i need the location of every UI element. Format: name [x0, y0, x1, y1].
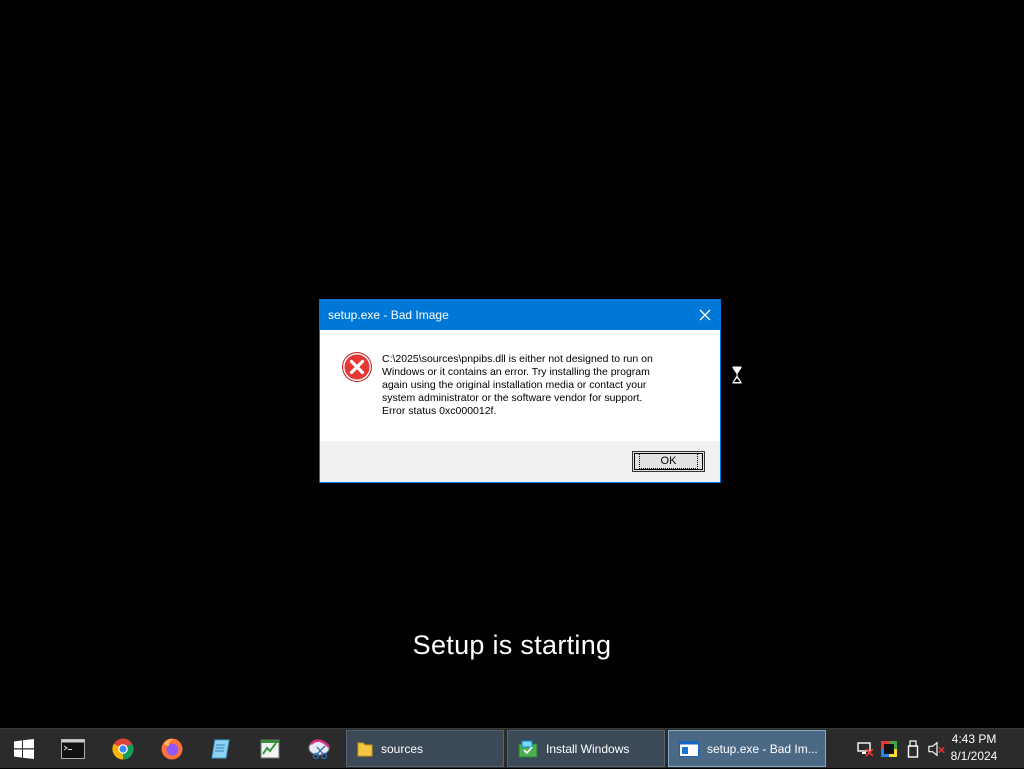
clock-date: 8/1/2024 — [950, 749, 998, 763]
tray-color[interactable] — [880, 739, 898, 759]
ok-button-label: OK — [638, 453, 699, 469]
tray-usb[interactable] — [904, 739, 922, 759]
start-button[interactable] — [0, 729, 48, 769]
taskbar-notepad[interactable] — [197, 729, 245, 769]
network-icon — [857, 742, 874, 757]
dialog-title: setup.exe - Bad Image — [328, 308, 449, 322]
taskbar: sources Install Windows setup.exe - Bad … — [0, 728, 1024, 768]
close-icon — [699, 309, 711, 321]
install-windows-icon — [518, 740, 538, 757]
taskbar-firefox[interactable] — [148, 729, 196, 769]
dialog-titlebar[interactable]: setup.exe - Bad Image — [320, 300, 720, 330]
task-setup-exe[interactable]: setup.exe - Bad Im... — [668, 730, 826, 767]
usb-icon — [907, 740, 919, 758]
taskbar-cmd[interactable] — [49, 729, 97, 769]
task-install-windows[interactable]: Install Windows — [507, 730, 665, 767]
error-message: C:\2025\sources\pnpibs.dll is either not… — [382, 353, 653, 417]
resource-monitor-icon — [260, 739, 280, 759]
task-sources-label: sources — [381, 741, 424, 756]
dialog-body: C:\2025\sources\pnpibs.dll is either not… — [320, 330, 720, 441]
dialog-footer: OK — [320, 441, 720, 482]
close-button[interactable] — [690, 300, 720, 330]
window-icon — [679, 740, 699, 757]
windows-logo-icon — [14, 739, 34, 759]
color-icon — [881, 741, 897, 757]
tray-network[interactable] — [856, 739, 874, 759]
task-setup-exe-label: setup.exe - Bad Im... — [707, 741, 818, 756]
error-dialog: setup.exe - Bad Image C:\2025\sources\pn… — [319, 299, 721, 483]
chrome-icon — [112, 738, 134, 760]
command-prompt-icon — [61, 739, 85, 759]
clock-time: 4:43 PM — [951, 732, 997, 746]
firefox-icon — [161, 738, 183, 760]
taskbar-chrome[interactable] — [99, 729, 147, 769]
hourglass-cursor-icon — [731, 365, 743, 385]
task-sources[interactable]: sources — [346, 730, 504, 767]
setup-status-text: Setup is starting — [412, 630, 612, 660]
ok-button[interactable]: OK — [632, 451, 705, 472]
snipping-tool-icon — [308, 739, 330, 760]
error-icon — [342, 352, 372, 382]
taskbar-snipping-tool[interactable] — [296, 729, 344, 769]
task-install-windows-label: Install Windows — [546, 741, 630, 756]
folder-icon — [357, 742, 373, 756]
notepad-icon — [211, 739, 230, 759]
clock[interactable]: 4:43 PM 8/1/2024 — [944, 731, 1004, 765]
taskbar-resource-monitor[interactable] — [246, 729, 294, 769]
